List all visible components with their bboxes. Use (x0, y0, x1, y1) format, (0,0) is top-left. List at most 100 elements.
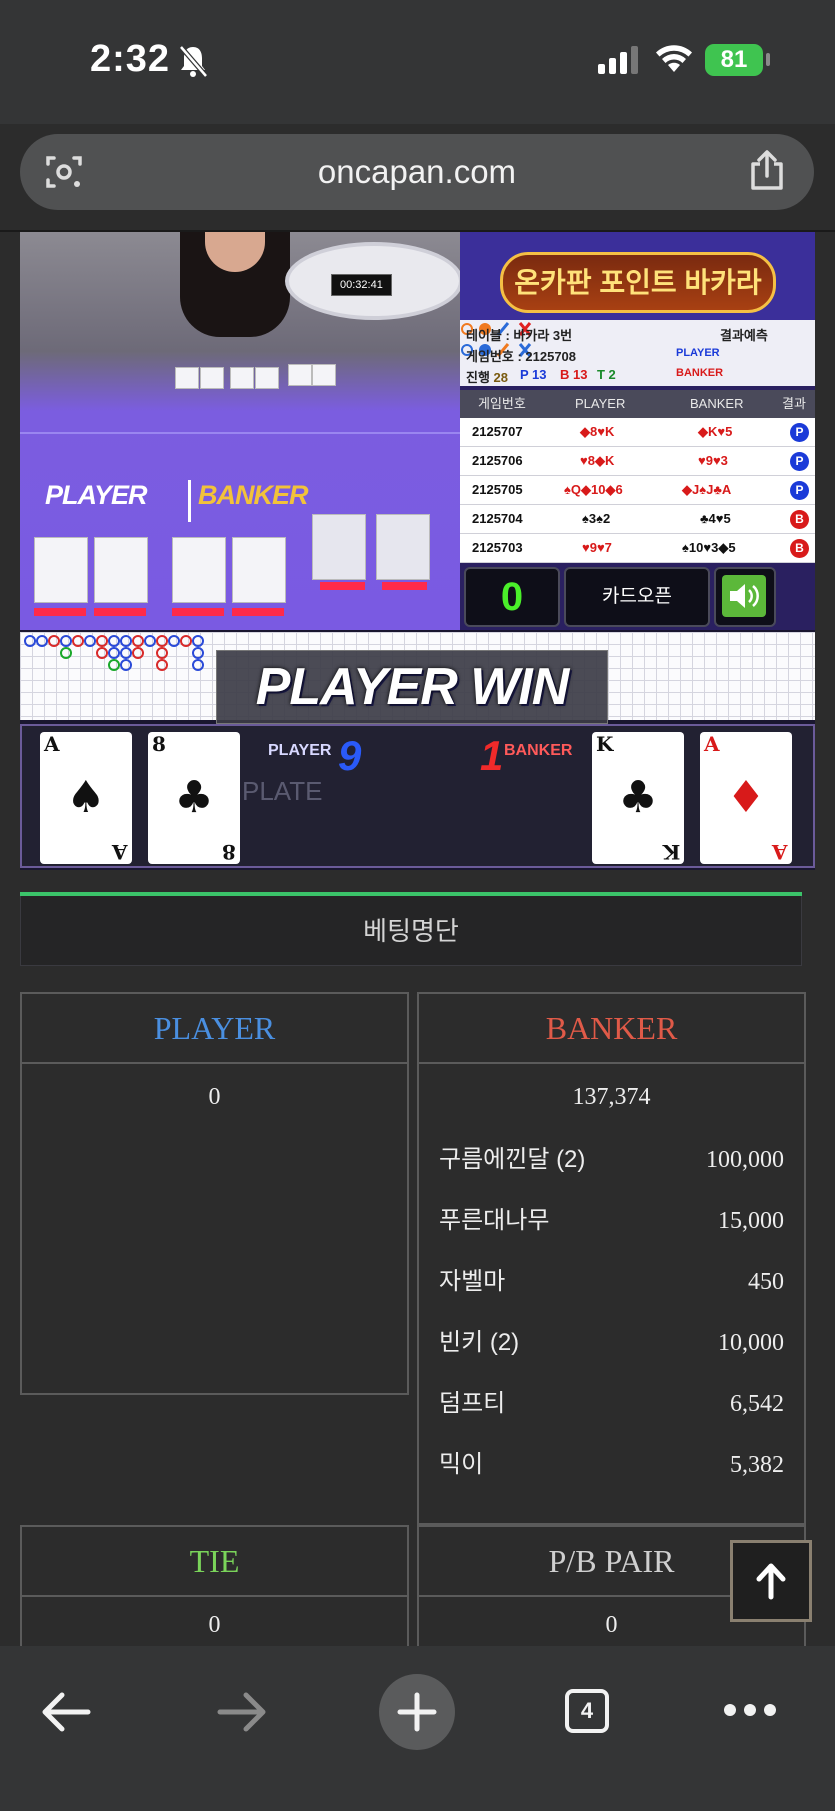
card-result-area: A ♠ A 8 ♣ 8 PLAYER 9 PLATE 1 BANKER K ♣ … (20, 724, 815, 868)
table-card-facedown (376, 514, 430, 580)
predict-banker-label: BANKER (676, 367, 724, 379)
header-player: PLAYER (575, 396, 626, 411)
road-dot (180, 635, 192, 647)
tab-switcher-button[interactable]: 4 (565, 1689, 609, 1733)
result-no: 2125706 (472, 453, 523, 468)
banker-score: 1 (480, 732, 504, 779)
tie-bets-panel: TIE 0 (20, 1525, 409, 1655)
bet-amount: 5,382 (730, 1452, 784, 1478)
table-label-banker: BANKER (198, 480, 309, 510)
player-score: 9 (338, 732, 362, 779)
banker-card-2: A ♦ A (700, 732, 792, 864)
table-card-facedown (312, 514, 366, 580)
road-dot (60, 635, 72, 647)
header-result: 결과 (782, 396, 806, 411)
card-pad (34, 608, 86, 616)
more-options-icon[interactable] (722, 1702, 778, 1718)
table-card (230, 367, 254, 389)
banker-count: B 13 (560, 367, 588, 382)
road-dot (120, 635, 132, 647)
video-timer: 00:32:41 (331, 274, 392, 296)
result-no: 2125704 (472, 511, 523, 526)
browser-bottom-toolbar: 4 (0, 1646, 835, 1811)
banker-bets-header: BANKER (419, 994, 804, 1064)
card-rank-bottom: A (112, 840, 128, 864)
bet-row: 빈키 (2) 10,000 (439, 1313, 784, 1373)
table-label-divider (188, 480, 191, 522)
player-score-label: PLAYER (268, 742, 332, 759)
result-badge: P (790, 423, 809, 442)
road-dot (24, 635, 36, 647)
road-dot (144, 635, 156, 647)
promo-banner-title: 온카판 포인트 바카라 (500, 252, 776, 313)
card-pad (172, 608, 224, 616)
player-bets-total: 0 (208, 1084, 221, 1110)
sound-button[interactable] (714, 567, 776, 627)
road-dot (192, 659, 204, 671)
result-player: ♠3♠2 (582, 511, 611, 526)
road-dot (156, 659, 168, 671)
live-video: 00:32:41 PLAYER BANKER (20, 232, 460, 630)
status-bar: 2:32 81 oncapan.com (0, 0, 835, 210)
result-badge: B (790, 510, 809, 529)
header-game-no: 게임번호 (478, 396, 526, 411)
address-bar[interactable]: oncapan.com (20, 134, 814, 210)
road-dot (192, 635, 204, 647)
table-info: 테이블 : 바카라 3번 게임번호 : 2125708 결과예측 진행 28 P… (460, 320, 815, 386)
bet-counter: 0 (464, 567, 560, 627)
table-card (255, 367, 279, 389)
result-player: ♥8◆K (580, 453, 615, 468)
bettor-name: 빈키 (2) (439, 1329, 520, 1356)
result-badge: P (790, 452, 809, 471)
wifi-icon (656, 45, 692, 72)
scroll-to-top-button[interactable] (730, 1540, 812, 1622)
road-dot (168, 635, 180, 647)
result-row: 2125704 ♠3♠2 ♣4♥5 B (460, 505, 815, 534)
banker-bets-total: 137,374 (572, 1084, 651, 1110)
result-banker: ♠10♥3◆5 (682, 540, 736, 555)
back-arrow-icon[interactable] (40, 1690, 92, 1734)
table-card (312, 364, 336, 386)
table-card (94, 537, 148, 603)
result-no: 2125703 (472, 540, 523, 555)
result-banker: ♥9♥3 (698, 453, 728, 468)
bet-amount: 100,000 (706, 1147, 784, 1173)
banker-card-1: K ♣ K (592, 732, 684, 864)
road-dot (108, 659, 120, 671)
battery-indicator: 81 (705, 44, 763, 76)
player-bets-panel: PLAYER 0 (20, 992, 409, 1395)
road-dot (36, 635, 48, 647)
table-card (34, 537, 88, 603)
table-name: 테이블 : 바카라 3번 (466, 328, 573, 343)
card-open-button[interactable]: 카드오픈 (564, 567, 710, 627)
share-icon[interactable] (748, 150, 786, 192)
table-label-player: PLAYER (45, 480, 148, 510)
bet-amount: 15,000 (718, 1208, 784, 1234)
bettor-name: 자벨마 (439, 1268, 506, 1295)
card-pad (320, 582, 365, 590)
progress-value: 28 (493, 370, 509, 385)
result-row: 2125703 ♥9♥7 ♠10♥3◆5 B (460, 534, 815, 563)
new-tab-button[interactable] (379, 1674, 455, 1750)
forward-arrow-icon[interactable] (216, 1690, 268, 1734)
banker-bets-panel: BANKER 137,374 구름에낀달 (2) 100,000 푸른대나무 1… (417, 992, 806, 1525)
bet-row: 푸른대나무 15,000 (439, 1191, 784, 1251)
betting-list-title: 베팅명단 (20, 896, 802, 966)
table-card (172, 537, 226, 603)
road-dot (96, 635, 108, 647)
bell-muted-icon (179, 45, 208, 78)
result-player: ♥9♥7 (582, 540, 612, 555)
watermark: PLATE (242, 776, 323, 806)
url-text[interactable]: oncapan.com (20, 134, 814, 210)
results-header: 게임번호 PLAYER BANKER 결과 (460, 390, 815, 418)
result-banker: ◆J♠J♣A (682, 482, 732, 497)
table-card (288, 364, 312, 386)
road-dot (132, 635, 144, 647)
game-number: 게임번호 : 2125708 (466, 349, 577, 364)
result-banker: ◆K♥5 (698, 424, 733, 439)
road-dot (120, 647, 132, 659)
promo-banner: 온카판 포인트 바카라 (460, 232, 815, 320)
result-row: 2125706 ♥8◆K ♥9♥3 P (460, 447, 815, 476)
tie-bets-header: TIE (22, 1527, 407, 1597)
results-table: 게임번호 PLAYER BANKER 결과 2125707 ◆8♥K ◆K♥5 … (460, 390, 815, 563)
